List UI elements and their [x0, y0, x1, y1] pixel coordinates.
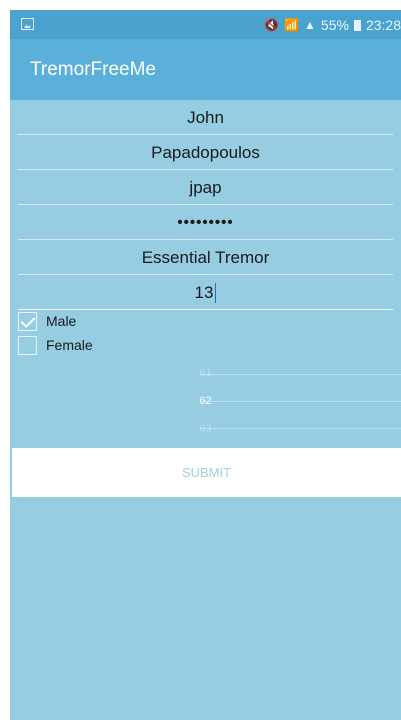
gallery-icon: [21, 18, 34, 30]
wifi-icon: 📶: [284, 17, 300, 32]
years-value: 13: [194, 282, 214, 302]
app-title: TremorFreeMe: [30, 58, 156, 80]
female-checkbox-row[interactable]: Female: [18, 334, 93, 356]
male-label: Male: [46, 313, 77, 329]
age-picker[interactable]: 61 62 63: [10, 364, 401, 446]
last-name-value: Papadopoulos: [151, 142, 260, 162]
male-checkbox[interactable]: [18, 311, 37, 331]
password-field[interactable]: •••••••••: [10, 205, 401, 240]
last-name-field[interactable]: Papadopoulos: [10, 135, 401, 170]
mute-icon: 🔇: [264, 17, 280, 32]
picker-item-prev[interactable]: 61: [10, 367, 401, 379]
battery-icon: [353, 19, 361, 31]
first-name-field[interactable]: John: [10, 100, 401, 135]
username-value: jpap: [189, 177, 222, 197]
status-indicators: 🔇 📶 ▲ 55% 23:28: [264, 10, 401, 39]
submit-button[interactable]: SUBMIT: [12, 448, 401, 497]
female-label: Female: [46, 337, 93, 353]
app-bar: TremorFreeMe: [10, 39, 401, 100]
battery-percent: 55%: [320, 16, 349, 33]
text-cursor: [215, 282, 217, 303]
picker-item-selected[interactable]: 62: [10, 395, 401, 407]
username-field[interactable]: jpap: [10, 170, 401, 205]
female-checkbox[interactable]: [18, 335, 37, 355]
status-bar: 🔇 📶 ▲ 55% 23:28: [10, 10, 401, 39]
app-screen: 🔇 📶 ▲ 55% 23:28 TremorFreeMe John Papado…: [10, 10, 401, 720]
male-checkbox-row[interactable]: Male: [18, 310, 76, 332]
first-name-value: John: [187, 107, 224, 127]
status-time: 23:28: [365, 16, 401, 33]
picker-item-next[interactable]: 63: [10, 423, 401, 435]
signal-icon: ▲: [304, 17, 316, 32]
condition-value: Essential Tremor: [141, 247, 270, 267]
password-value: •••••••••: [177, 214, 234, 231]
condition-field[interactable]: Essential Tremor: [10, 240, 401, 275]
years-field[interactable]: 13: [10, 275, 401, 310]
registration-form: John Papadopoulos jpap ••••••••• Essenti…: [10, 100, 401, 310]
